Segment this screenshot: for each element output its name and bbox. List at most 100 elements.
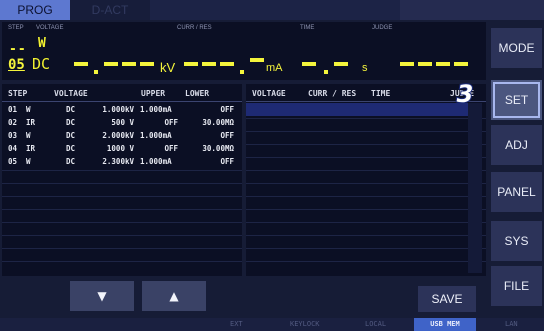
kv-unit: kV [160,60,176,75]
row-divider [246,118,486,119]
row-lower: OFF [220,157,234,166]
set-button[interactable]: SET [491,80,542,120]
row-divider [2,183,242,184]
row-mode: W [26,157,31,166]
mode-w-indicator: W [38,36,46,51]
status-local: LOCAL [365,320,387,328]
row-divider [2,196,242,197]
segment-dash [400,62,414,66]
row-dc: DC [66,157,76,166]
col-header-voltage: VOLTAGE [252,89,286,98]
table-row[interactable]: 01 W DC 1.000kV 1.000mA OFF [2,104,242,116]
row-divider [2,248,242,249]
row-divider [246,235,486,236]
measurement-readout: STEP VOLTAGE CURR / RES TIME JUDGE -- W … [2,22,486,80]
col-header-upper: UPPER [141,89,166,98]
table-row[interactable]: 02 IR DC 500 V OFF 30.00MΩ [2,117,242,129]
col-header-lower: LOWER [185,89,210,98]
row-divider [2,222,242,223]
table-row[interactable]: 04 IR DC 1000 V OFF 30.00MΩ [2,143,242,155]
voltage-label: VOLTAGE [36,25,64,31]
col-header-voltage: VOLTAGE [54,89,88,98]
row-dc: DC [66,144,76,153]
row-divider [246,261,486,262]
row-upper: 1.000mA [140,105,172,114]
row-dc: DC [66,131,76,140]
status-keylock: KEYLOCK [290,320,320,328]
col-header-step: STEP [8,89,28,98]
row-dc: DC [66,118,76,127]
step-indicator-top: -- [9,42,27,57]
segment-dash [220,62,234,66]
row-voltage: 2.300kV [102,157,134,166]
segment-dash [436,62,450,66]
badge-number: 3 [457,80,474,106]
row-mode: IR [26,118,36,127]
triangle-down-icon: ▼ [97,289,107,303]
mode-button[interactable]: MODE [491,28,542,68]
table-row[interactable]: 05 W DC 2.300kV 1.000mA OFF [2,156,242,168]
scroll-down-button[interactable]: ▼ [70,281,134,311]
status-usb-mem: USB MEM [414,318,476,331]
sys-button[interactable]: SYS [491,221,542,261]
save-button[interactable]: SAVE [418,286,476,312]
row-step: 02 [8,118,18,127]
row-voltage: 1.000kV [102,105,134,114]
scrollbar[interactable] [468,103,482,273]
col-header-curr-res: CURR / RES [308,89,357,98]
row-mode: W [26,105,31,114]
table-row[interactable]: 03 W DC 2.000kV 1.000mA OFF [2,130,242,142]
row-divider [246,144,486,145]
row-divider [246,248,486,249]
row-step: 04 [8,144,18,153]
row-divider [246,131,486,132]
segment-dash [184,62,198,66]
row-lower: OFF [220,105,234,114]
tab-bar: PROG D-ACT [0,0,488,20]
judge-display [400,54,480,74]
segment-dash [250,58,264,62]
row-divider [2,261,242,262]
row-step: 03 [8,131,18,140]
row-lower: 30.00MΩ [202,144,234,153]
segment-dot [324,70,328,74]
row-voltage: 500 V [111,118,134,127]
selected-row-highlight[interactable] [246,103,468,116]
tab-bar-right-block [400,0,488,20]
segment-dash [74,62,88,66]
row-divider [2,235,242,236]
row-voltage: 1000 V [106,144,134,153]
row-divider [246,170,486,171]
segment-dash [104,62,118,66]
step-number: 05 [8,57,25,73]
row-divider [246,183,486,184]
segment-dot [94,70,98,74]
header-divider [246,101,486,102]
tab-prog[interactable]: PROG [0,0,70,20]
ma-unit: mA [266,62,283,74]
row-upper: 1.000mA [140,157,172,166]
scroll-up-button[interactable]: ▲ [142,281,206,311]
adj-button[interactable]: ADJ [491,125,542,165]
program-step-table: STEP VOLTAGE UPPER LOWER 01 W DC 1.000kV… [2,84,242,276]
top-right-block [488,0,544,20]
row-mode: W [26,131,31,140]
segment-dash [302,62,316,66]
result-table: VOLTAGE CURR / RES TIME JUDGE [246,84,486,276]
segment-dash [454,62,468,66]
time-label: TIME [300,25,315,31]
segment-dash [122,62,136,66]
panel-button[interactable]: PANEL [491,172,542,212]
status-lan: LAN [505,320,518,328]
segment-dash [140,62,154,66]
curr-res-label: CURR / RES [177,25,212,31]
segment-dash [202,62,216,66]
tab-d-act[interactable]: D-ACT [70,0,150,20]
status-ext: EXT [230,320,243,328]
triangle-up-icon: ▲ [169,289,179,303]
row-lower: 30.00MΩ [202,118,234,127]
row-divider [2,209,242,210]
step-3-badge: 3 [452,79,478,109]
step-label: STEP [8,25,24,31]
file-button[interactable]: FILE [491,266,542,306]
